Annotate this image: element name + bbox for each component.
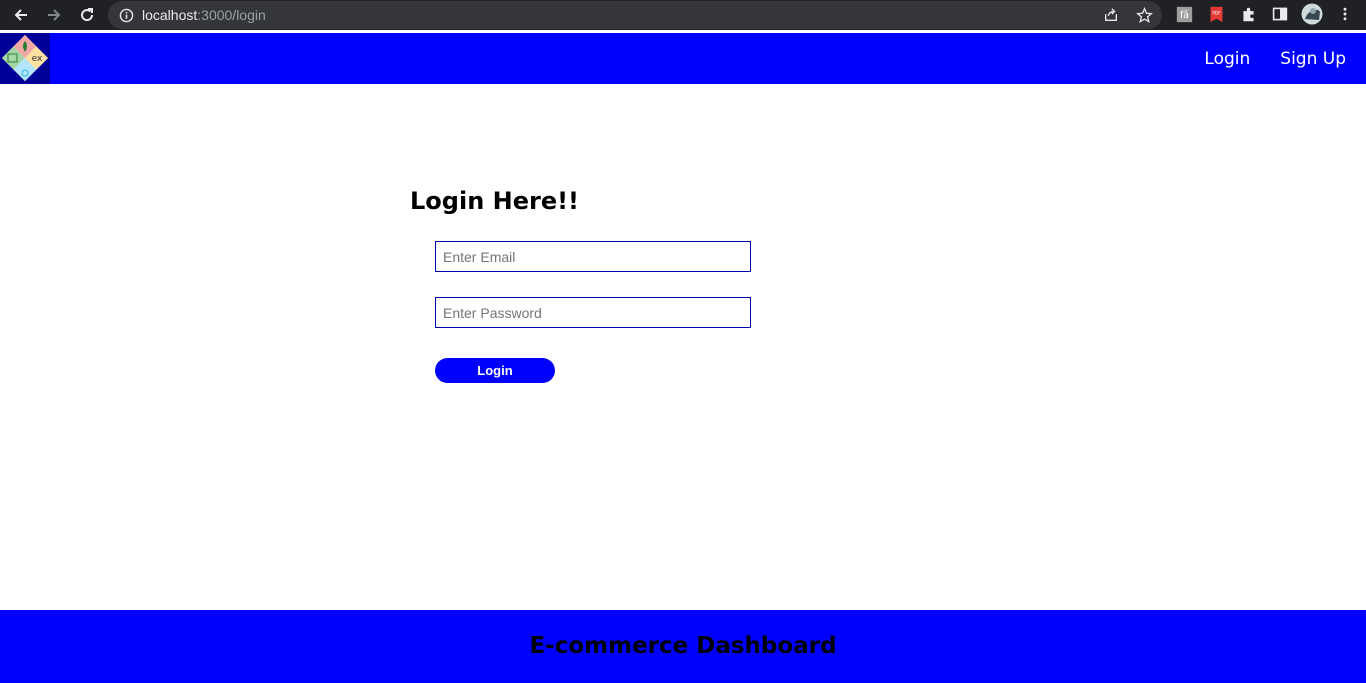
browser-toolbar: localhost:3000/login fā PDF xyxy=(0,0,1366,30)
url-path: :3000/login xyxy=(197,7,266,23)
extension-translate-icon[interactable]: fā xyxy=(1174,4,1194,24)
kebab-menu-icon[interactable] xyxy=(1335,4,1355,24)
url-host: localhost xyxy=(142,7,198,23)
address-bar[interactable]: localhost:3000/login xyxy=(108,1,1162,29)
share-icon[interactable] xyxy=(1102,6,1120,24)
bookmark-star-icon[interactable] xyxy=(1135,6,1153,24)
side-panel-icon[interactable] xyxy=(1270,4,1290,24)
nav-signup-link[interactable]: Sign Up xyxy=(1280,49,1346,69)
profile-avatar-icon[interactable] xyxy=(1301,3,1323,25)
password-input[interactable] xyxy=(435,297,751,328)
svg-text:fā: fā xyxy=(1179,9,1188,20)
extension-pdf-icon[interactable]: PDF xyxy=(1206,4,1226,24)
extensions-puzzle-icon[interactable] xyxy=(1238,4,1258,24)
forward-arrow-icon[interactable] xyxy=(42,3,66,27)
logo-text: ex xyxy=(32,54,43,64)
nav-login-link[interactable]: Login xyxy=(1204,49,1250,69)
site-info-icon[interactable] xyxy=(118,7,134,23)
email-input[interactable] xyxy=(435,241,751,272)
reload-icon[interactable] xyxy=(75,3,99,27)
svg-text:PDF: PDF xyxy=(1212,10,1221,16)
page-title: Login Here!! xyxy=(410,187,579,215)
nav-links: Login Sign Up xyxy=(1204,33,1346,84)
app-navbar: ex Login Sign Up xyxy=(0,33,1366,84)
mern-logo-icon[interactable]: ex xyxy=(0,33,50,84)
footer-title: E-commerce Dashboard xyxy=(529,632,837,659)
back-arrow-icon[interactable] xyxy=(9,3,33,27)
url-text: localhost:3000/login xyxy=(142,7,266,23)
login-button[interactable]: Login xyxy=(435,358,555,383)
footer: E-commerce Dashboard xyxy=(0,610,1366,683)
